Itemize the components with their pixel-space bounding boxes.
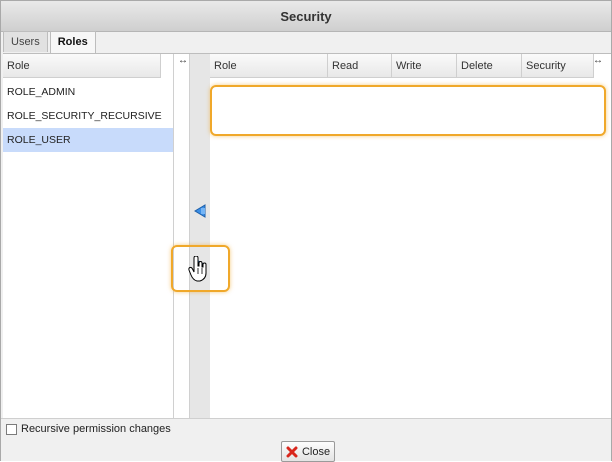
tab-bar: Users Roles — [3, 31, 98, 53]
resize-icon[interactable]: ↔ — [593, 54, 609, 68]
arrow-left-icon[interactable] — [194, 204, 206, 218]
drop-target-highlight — [210, 85, 606, 136]
dialog-footer: Recursive permission changes Close — [1, 418, 611, 462]
role-list: ROLE_ADMIN ROLE_SECURITY_RECURSIVE ROLE_… — [3, 78, 173, 152]
perm-col-write[interactable]: Write — [392, 54, 457, 78]
perm-col-read[interactable]: Read — [328, 54, 392, 78]
perm-col-security[interactable]: Security — [522, 54, 594, 78]
move-right-highlight — [171, 245, 230, 292]
move-strip — [189, 54, 211, 419]
available-roles-pane: Role ROLE_ADMIN ROLE_SECURITY_RECURSIVE … — [3, 54, 174, 419]
close-button[interactable]: Close — [281, 441, 335, 462]
role-item-admin[interactable]: ROLE_ADMIN — [3, 80, 173, 104]
close-button-label: Close — [301, 445, 331, 458]
role-item-user[interactable]: ROLE_USER — [3, 128, 173, 152]
recursive-permission-label[interactable]: Recursive permission changes — [21, 423, 171, 435]
tab-users[interactable]: Users — [3, 31, 48, 52]
recursive-permission-checkbox[interactable] — [6, 423, 17, 435]
role-item-security-recursive[interactable]: ROLE_SECURITY_RECURSIVE — [3, 104, 173, 128]
security-dialog: Security Users Roles Role ROLE_ADMIN ROL… — [0, 0, 612, 462]
permissions-header: Role Read Write Delete Security — [210, 54, 611, 78]
close-icon — [286, 446, 298, 457]
role-column-header[interactable]: Role — [3, 54, 161, 78]
dialog-title: Security — [1, 1, 611, 32]
tab-roles[interactable]: Roles — [49, 31, 96, 53]
perm-col-delete[interactable]: Delete — [457, 54, 522, 78]
perm-col-role[interactable]: Role — [210, 54, 328, 78]
recursive-permission-row: Recursive permission changes — [6, 423, 171, 435]
